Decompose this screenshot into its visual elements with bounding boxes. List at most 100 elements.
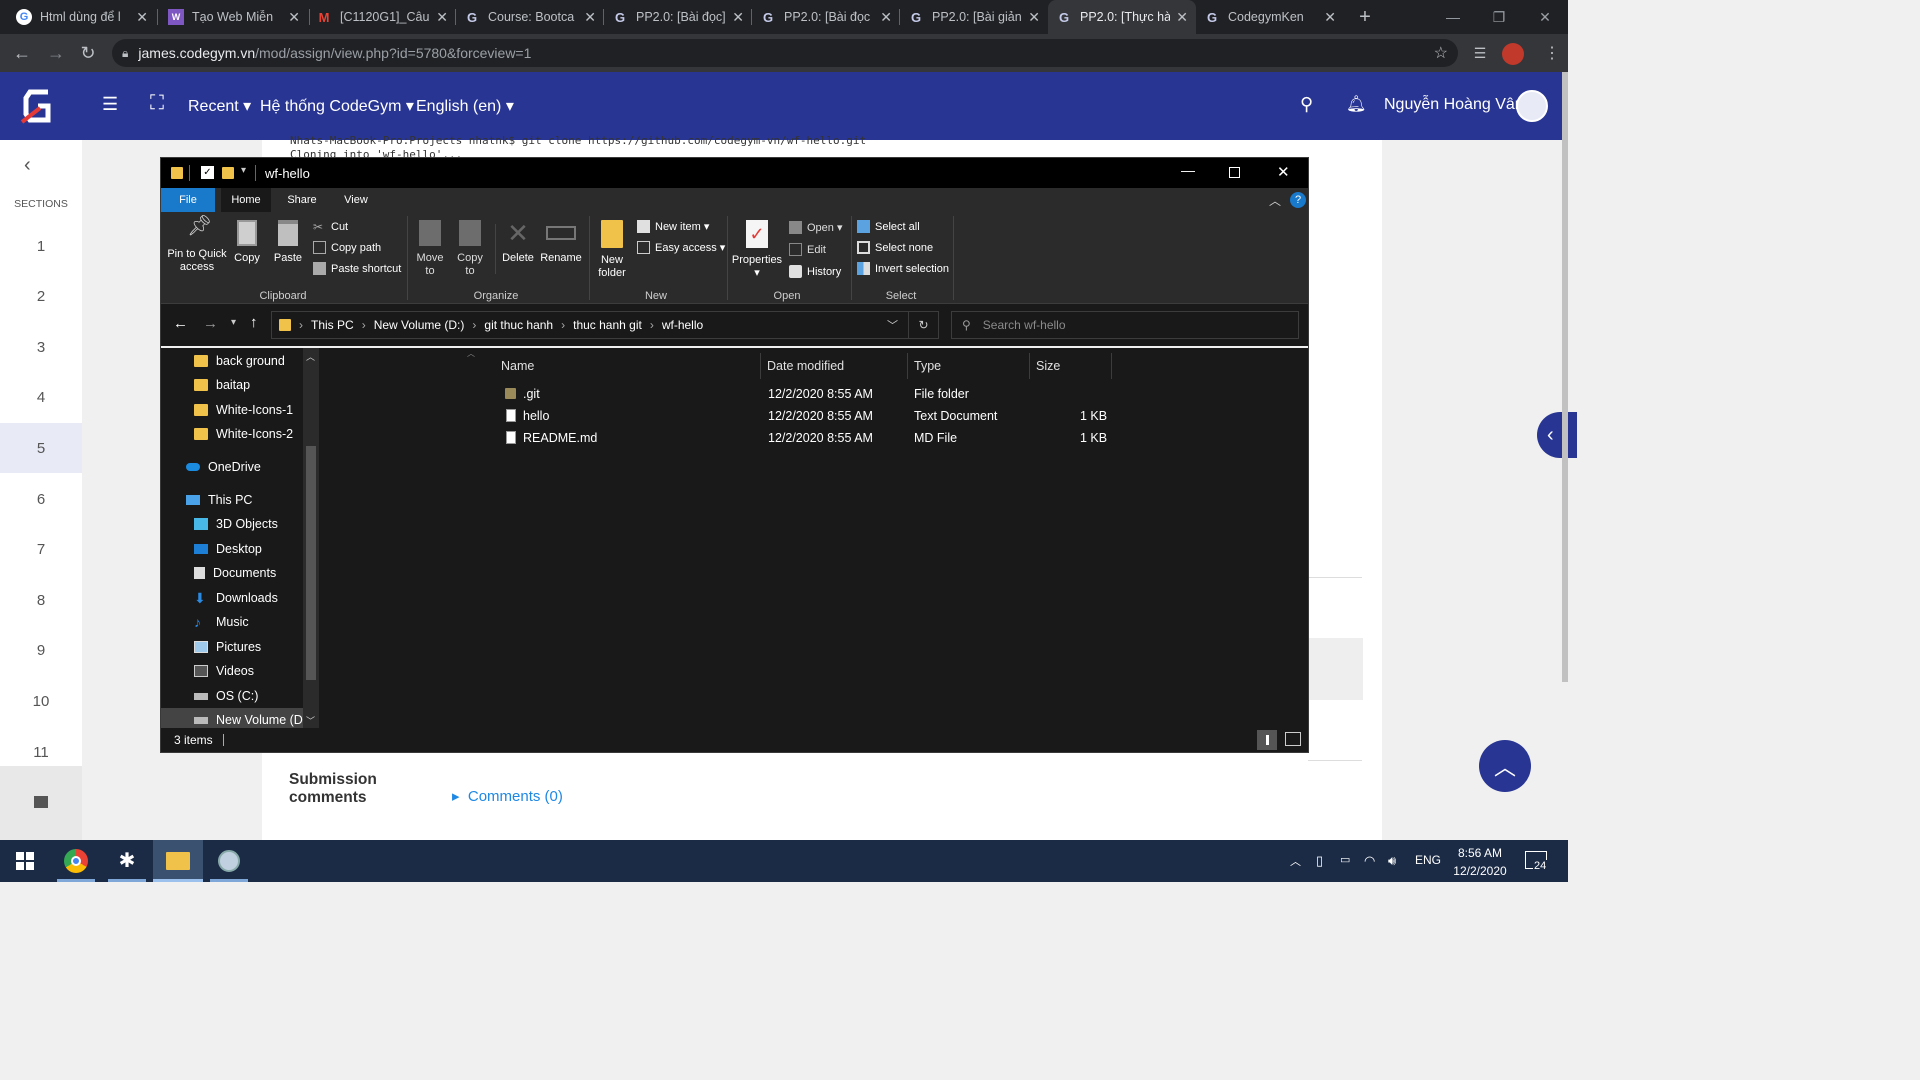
slack-taskbar-button[interactable]: ✱ (102, 840, 152, 882)
address-dropdown-icon[interactable]: ﹀ (887, 317, 898, 333)
show-hidden-icons-icon[interactable]: ︿ (1290, 853, 1301, 869)
browser-tab[interactable]: G CodegymKen ✕ (1196, 0, 1344, 34)
url-bar[interactable]: 🔒︎ james.codegym.vn/mod/assign/view.php?… (112, 39, 1458, 67)
select-all-button[interactable]: Select all (857, 220, 920, 233)
start-button[interactable] (0, 840, 50, 882)
browser-tab[interactable]: G PP2.0: [Bài đọc ✕ (752, 0, 900, 34)
tree-item[interactable]: Desktop (194, 537, 262, 561)
chrome-menu-icon[interactable]: ⋮ (1540, 42, 1564, 64)
tree-item[interactable]: 3D Objects (194, 512, 278, 536)
close-tab-icon[interactable]: ✕ (1028, 9, 1040, 26)
rename-button[interactable]: Rename (539, 220, 583, 265)
file-row[interactable]: .git 12/2/2020 8:55 AM File folder (321, 383, 1308, 405)
edit-button[interactable]: Edit (789, 243, 826, 256)
forward-icon[interactable]: → (203, 315, 218, 332)
tab-share[interactable]: Share (279, 188, 325, 212)
copy-button[interactable]: Copy (231, 220, 263, 265)
breadcrumb-item[interactable]: This PC (311, 318, 354, 332)
large-icons-view-icon[interactable] (1285, 732, 1301, 746)
volume-icon[interactable]: 🔊︎ (1388, 853, 1396, 869)
battery-icon[interactable]: ▭ (1340, 853, 1350, 866)
section-link[interactable]: 6 (0, 474, 82, 524)
back-to-top-button[interactable]: ︿ (1479, 740, 1531, 792)
close-tab-icon[interactable]: ✕ (732, 9, 744, 26)
section-link[interactable]: 3 (0, 322, 82, 372)
tree-item-this-pc[interactable]: This PC (186, 488, 252, 512)
browser-tab[interactable]: G Course: Bootca ✕ (456, 0, 604, 34)
collapse-ribbon-icon[interactable]: ︿ (1269, 192, 1281, 209)
breadcrumb[interactable]: › This PC › New Volume (D:) › git thuc hanh… (271, 311, 939, 339)
breadcrumb-item[interactable]: New Volume (D:) (374, 318, 465, 332)
column-header-date[interactable]: Date modified (761, 353, 908, 379)
close-tab-icon[interactable]: ✕ (1324, 9, 1336, 26)
help-icon[interactable]: ? (1290, 192, 1306, 208)
paste-shortcut-button[interactable]: Paste shortcut (313, 262, 401, 275)
chrome-taskbar-button[interactable] (51, 840, 101, 882)
breadcrumb-item[interactable]: git thuc hanh (484, 318, 553, 332)
tree-item[interactable]: baitap (194, 373, 250, 397)
close-tab-icon[interactable]: ✕ (136, 9, 148, 26)
pin-quick-access-button[interactable]: 📌︎ Pin to Quick access (165, 216, 229, 274)
properties-button[interactable]: ✓ Properties ▾ (731, 220, 783, 280)
close-tab-icon[interactable]: ✕ (436, 9, 448, 26)
forward-icon[interactable]: → (44, 42, 68, 64)
clock[interactable]: 8:56 AM 12/2/2020 (1448, 844, 1512, 880)
open-button[interactable]: Open ▾ (789, 221, 843, 234)
reading-list-icon[interactable]: ☰ (1468, 42, 1492, 64)
restore-icon[interactable]: ❐ (1476, 0, 1522, 34)
user-name[interactable]: Nguyễn Hoàng Vân (1384, 96, 1524, 114)
profile-avatar[interactable] (1502, 43, 1524, 65)
paste-button[interactable]: Paste (271, 220, 305, 265)
nav-codegym-system[interactable]: Hệ thống CodeGym ▾ (260, 96, 414, 116)
close-tab-icon[interactable]: ✕ (880, 9, 892, 26)
tree-item[interactable]: ⬇ Downloads (194, 586, 278, 610)
language-indicator[interactable]: ENG (1415, 853, 1441, 867)
recent-locations-icon[interactable]: ▾ (231, 317, 236, 328)
hamburger-menu-icon[interactable]: ☰ (102, 94, 118, 115)
tree-item[interactable]: Documents (194, 561, 276, 585)
properties-quick-icon[interactable]: ✓ (201, 166, 214, 179)
section-link[interactable]: 4 (0, 372, 82, 422)
breadcrumb-item[interactable]: thuc hanh git (573, 318, 642, 332)
tree-item[interactable]: Pictures (194, 635, 261, 659)
close-icon[interactable]: ✕ (1277, 163, 1290, 181)
new-tab-button[interactable]: + (1348, 0, 1382, 34)
device-icon[interactable]: ▯ (1316, 853, 1323, 869)
refresh-icon[interactable]: ↻ (908, 312, 938, 338)
tree-item[interactable]: White-Icons-2 (194, 422, 293, 446)
column-header-type[interactable]: Type (908, 353, 1030, 379)
close-tab-icon[interactable]: ✕ (1176, 9, 1188, 26)
notification-bell-icon[interactable]: 🔔︎ (1346, 94, 1366, 114)
column-header-size[interactable]: Size (1030, 353, 1112, 379)
wifi-icon[interactable]: ◠ (1364, 853, 1375, 869)
back-icon[interactable]: ← (173, 315, 188, 332)
file-explorer-taskbar-button[interactable] (153, 840, 203, 882)
browser-tab[interactable]: G PP2.0: [Bài đọc] ✕ (604, 0, 752, 34)
section-link[interactable]: 10 (0, 676, 82, 726)
customize-quick-access-icon[interactable]: ▾ (241, 165, 246, 176)
maximize-icon[interactable] (1229, 167, 1240, 178)
delete-button[interactable]: ✕ Delete (499, 220, 537, 265)
file-row[interactable]: hello 12/2/2020 8:55 AM Text Document 1 … (321, 405, 1308, 427)
codegym-logo[interactable] (18, 86, 58, 126)
reload-icon[interactable]: ↻ (76, 42, 100, 64)
move-to-button[interactable]: Move to (413, 220, 447, 278)
tree-item[interactable]: OS (C:) (194, 684, 258, 708)
new-folder-quick-icon[interactable] (222, 167, 234, 179)
search-box[interactable]: ⚲ Search wf-hello (951, 311, 1299, 339)
up-icon[interactable]: ↑ (250, 314, 258, 331)
nav-recent[interactable]: Recent ▾ (188, 96, 251, 116)
nav-language[interactable]: English (en) ▾ (416, 96, 514, 116)
paint-taskbar-button[interactable] (204, 840, 254, 882)
browser-tab[interactable]: G PP2.0: [Bài giản ✕ (900, 0, 1048, 34)
tree-item-selected[interactable]: New Volume (D:) (161, 708, 310, 728)
browser-tab[interactable]: G Html dùng để l ✕ (8, 0, 156, 34)
minimize-icon[interactable]: — (1430, 0, 1476, 34)
close-tab-icon[interactable]: ✕ (288, 9, 300, 26)
archive-icon[interactable] (34, 796, 48, 808)
column-header-name[interactable]: Name (495, 353, 761, 379)
tab-file[interactable]: File (161, 188, 215, 212)
bookmark-star-icon[interactable]: ☆ (1434, 43, 1448, 63)
back-icon[interactable]: ← (10, 42, 34, 64)
new-item-button[interactable]: New item ▾ (637, 220, 709, 233)
